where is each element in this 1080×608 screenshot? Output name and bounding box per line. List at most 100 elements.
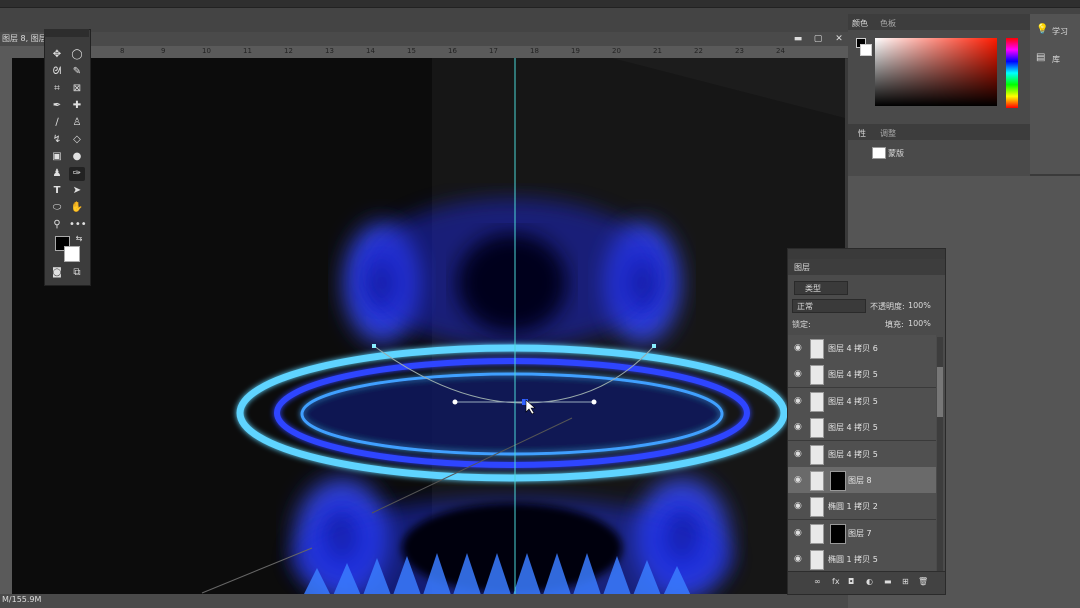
layer-row[interactable]: ◉ 图层 4 拷贝 5 [788, 361, 936, 389]
learn-item[interactable]: 学习 [1052, 26, 1068, 37]
ellipse-tool-icon[interactable]: ⬭ [49, 201, 65, 215]
tab-layers[interactable]: 图层 [794, 262, 810, 273]
tab-adjustments[interactable]: 调整 [880, 128, 896, 139]
more-tools-icon[interactable]: ••• [69, 218, 87, 232]
link-layers-icon[interactable]: ∞ [814, 577, 821, 586]
layer-name[interactable]: 图层 4 拷贝 5 [828, 369, 878, 380]
layer-row[interactable]: ◉ 椭圆 1 拷贝 2 [788, 493, 936, 521]
tab-properties[interactable]: 性 [858, 128, 866, 139]
blur-tool-icon[interactable]: ● [69, 150, 85, 164]
minimize-icon[interactable]: ▬ [792, 33, 804, 45]
eye-icon[interactable]: ◉ [794, 475, 804, 485]
adjustment-layer-icon[interactable]: ◐ [866, 577, 873, 586]
elliptical-marquee-icon[interactable]: ◯ [69, 48, 85, 62]
lasso-tool-icon[interactable]: ᘛ [49, 65, 65, 79]
blend-mode-select[interactable]: 正常 [792, 299, 866, 313]
screen-mode-icon[interactable]: ⧉ [69, 266, 85, 280]
eye-icon[interactable]: ◉ [794, 396, 804, 406]
layer-row[interactable]: ◉ 图层 4 拷贝 5 [788, 440, 936, 468]
layer-row[interactable]: ◉ 图层 4 拷贝 6 [788, 335, 936, 362]
layer-name[interactable]: 图层 7 [848, 528, 872, 539]
layer-name[interactable]: 图层 8 [848, 475, 872, 486]
eye-icon[interactable]: ◉ [794, 554, 804, 564]
layer-thumbnail[interactable] [810, 339, 824, 359]
document-tab-bar[interactable] [0, 32, 860, 47]
layer-row[interactable]: ◉ 图层 4 拷贝 5 [788, 387, 936, 415]
brush-tool-icon[interactable]: ∕ [49, 116, 65, 130]
layer-name[interactable]: 图层 4 拷贝 6 [828, 343, 878, 354]
layer-thumbnail[interactable] [810, 391, 824, 412]
layer-mask-thumbnail[interactable] [830, 471, 846, 491]
color-field[interactable] [875, 38, 997, 106]
delete-layer-icon[interactable]: 🗑 [918, 577, 928, 586]
stamp-tool-icon[interactable]: ♙ [69, 116, 85, 130]
vertical-ruler[interactable] [0, 58, 12, 598]
opacity-input[interactable]: 100% [908, 301, 931, 310]
layer-thumbnail[interactable] [810, 497, 824, 518]
hue-slider[interactable] [1006, 38, 1018, 108]
lightbulb-icon[interactable]: 💡 [1036, 24, 1048, 36]
layer-filter-select[interactable]: 类型 [794, 281, 848, 295]
eyedropper-icon[interactable]: ✒ [49, 99, 65, 113]
type-tool-icon[interactable]: T [49, 184, 65, 198]
library-icon[interactable]: ▤ [1036, 52, 1046, 64]
history-brush-icon[interactable]: ↯ [49, 133, 65, 147]
gradient-tool-icon[interactable]: ▣ [49, 150, 65, 164]
layer-thumbnail[interactable] [810, 550, 824, 571]
layers-scrollbar[interactable] [937, 337, 943, 571]
crop-tool-icon[interactable]: ⌗ [49, 82, 65, 96]
close-icon[interactable]: ✕ [833, 33, 845, 45]
eraser-icon[interactable]: ◇ [69, 133, 85, 147]
library-item[interactable]: 库 [1052, 54, 1060, 65]
zoom-tool-icon[interactable]: ⚲ [49, 218, 65, 232]
layer-thumbnail[interactable] [810, 444, 824, 465]
dodge-tool-icon[interactable]: ♟ [49, 167, 65, 181]
eye-icon[interactable]: ◉ [794, 422, 804, 432]
layer-mask-thumbnail[interactable] [830, 523, 846, 544]
fill-input[interactable]: 100% [908, 319, 931, 328]
move-tool-icon[interactable]: ✥ [49, 48, 65, 62]
layer-thumbnail[interactable] [810, 471, 824, 491]
layer-list[interactable]: ◉ 图层 4 拷贝 6 ◉ 图层 4 拷贝 5 ◉ 图层 4 拷贝 5 ◉ 图层 4 拷贝 5… [788, 335, 936, 571]
eye-icon[interactable]: ◉ [794, 501, 804, 511]
tab-swatches[interactable]: 色板 [880, 18, 896, 29]
layer-name[interactable]: 图层 4 拷贝 5 [828, 396, 878, 407]
eye-icon[interactable]: ◉ [794, 369, 804, 379]
layer-name[interactable]: 椭圆 1 拷贝 2 [828, 501, 878, 512]
new-group-icon[interactable]: ▬ [884, 577, 892, 586]
layer-row[interactable]: ◉ 椭圆 1 拷贝 5 [788, 546, 936, 571]
background-color-chip[interactable] [860, 44, 872, 56]
eye-icon[interactable]: ◉ [794, 449, 804, 459]
scrollbar-thumb[interactable] [937, 367, 943, 417]
layer-thumbnail[interactable] [810, 418, 824, 439]
layer-name[interactable]: 椭圆 1 拷贝 5 [828, 554, 878, 565]
toolbox-header[interactable] [44, 29, 89, 37]
layer-row[interactable]: ◉ 图层 7 [788, 519, 936, 547]
new-layer-icon[interactable]: ⊞ [902, 577, 909, 586]
add-mask-icon[interactable]: ◘ [848, 577, 854, 586]
tab-color[interactable]: 颜色 [852, 18, 868, 29]
path-select-icon[interactable]: ➤ [69, 184, 85, 198]
layer-row[interactable]: ◉ 图层 4 拷贝 5 [788, 414, 936, 442]
layer-name[interactable]: 图层 4 拷贝 5 [828, 449, 878, 460]
background-color-swatch[interactable] [64, 246, 80, 262]
hand-tool-icon[interactable]: ✋ [69, 201, 85, 215]
layer-name[interactable]: 图层 4 拷贝 5 [828, 422, 878, 433]
document-canvas[interactable] [12, 58, 845, 598]
layer-row[interactable]: ◉ 图层 8 [788, 467, 936, 494]
eye-icon[interactable]: ◉ [794, 343, 804, 353]
layer-thumbnail[interactable] [810, 523, 824, 544]
frame-tool-icon[interactable]: ⊠ [69, 82, 85, 96]
blend-mode-value: 正常 [797, 302, 813, 311]
layer-thumbnail[interactable] [810, 365, 824, 386]
fill-label: 填充: [885, 320, 904, 329]
ruler-tick-label: 17 [489, 47, 498, 55]
pen-tool-icon[interactable]: ✑ [69, 167, 85, 181]
eye-icon[interactable]: ◉ [794, 528, 804, 538]
swap-colors-icon[interactable]: ⇆ [71, 232, 87, 246]
fx-icon[interactable]: fx [832, 577, 840, 586]
healing-brush-icon[interactable]: ✚ [69, 99, 85, 113]
quick-select-icon[interactable]: ✎ [69, 65, 85, 79]
quick-mask-icon[interactable]: ◙ [49, 266, 65, 280]
restore-icon[interactable]: ▢ [812, 33, 824, 45]
